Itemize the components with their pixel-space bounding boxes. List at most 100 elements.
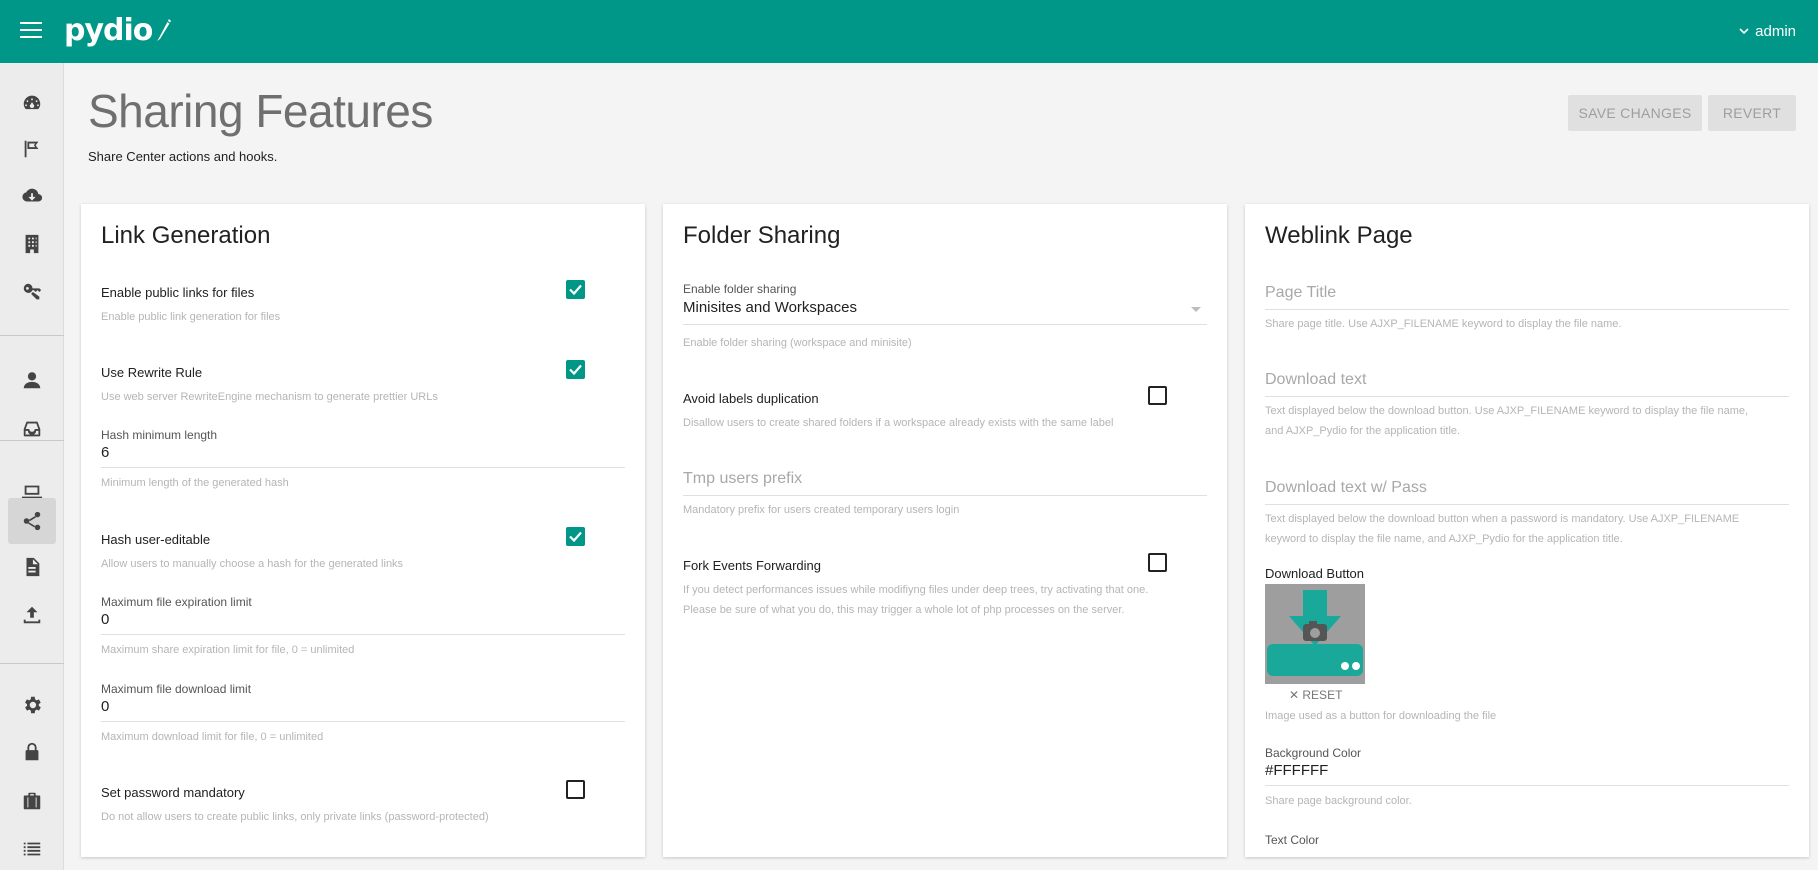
download-text-help-line1: Text displayed below the download button…	[1265, 405, 1749, 417]
enable-folder-sharing-label: Enable folder sharing	[683, 282, 797, 296]
check-icon	[569, 284, 582, 296]
bg-color-input[interactable]: #FFFFFF	[1265, 762, 1789, 786]
save-changes-button[interactable]: SAVE CHANGES	[1568, 95, 1702, 131]
avoid-duplication-row: Avoid labels duplication	[683, 386, 1207, 408]
link-generation-card: Link Generation Enable public links for …	[81, 204, 645, 857]
page-title-field: Page Title	[1265, 284, 1789, 310]
public-links-checkbox[interactable]	[566, 280, 585, 299]
download-pass-help-line2: keyword to display the file name, and AJ…	[1265, 533, 1623, 545]
public-links-label: Enable public links for files	[101, 285, 255, 300]
dashboard-icon[interactable]	[8, 80, 56, 126]
card-title: Folder Sharing	[683, 222, 841, 249]
password-mandatory-label: Set password mandatory	[101, 785, 245, 800]
upload-icon[interactable]	[8, 592, 56, 638]
page-title-help: Share page title. Use AJXP_FILENAME keyw…	[1265, 318, 1622, 330]
text-color-label: Text Color	[1265, 833, 1320, 847]
hash-editable-label: Hash user-editable	[101, 532, 211, 547]
revert-button[interactable]: REVERT	[1708, 95, 1796, 131]
hash-editable-help: Allow users to manually choose a hash fo…	[101, 558, 404, 570]
sidebar-divider	[0, 335, 64, 336]
weblink-page-card: Weblink Page Page Title Share page title…	[1245, 204, 1809, 857]
download-pass-input[interactable]: Download text w/ Pass	[1265, 479, 1789, 505]
public-links-help: Enable public link generation for files	[101, 311, 281, 323]
card-title: Weblink Page	[1265, 222, 1413, 249]
hash-min-length-field: Hash minimum length 6	[101, 428, 625, 468]
person-icon[interactable]	[8, 357, 56, 403]
page-subtitle: Share Center actions and hooks.	[88, 149, 278, 164]
rewrite-rule-row: Use Rewrite Rule	[101, 360, 625, 382]
document-icon[interactable]	[8, 544, 56, 590]
top-app-bar: pydio admin	[0, 0, 1818, 63]
max-expiration-help: Maximum share expiration limit for file,…	[101, 644, 355, 656]
reset-button[interactable]: ✕ RESET	[1289, 688, 1342, 702]
user-menu[interactable]: admin	[1739, 23, 1796, 40]
password-mandatory-checkbox[interactable]	[566, 780, 585, 799]
max-expiration-field: Maximum file expiration limit 0	[101, 595, 625, 635]
hash-min-length-label: Hash minimum length	[101, 428, 218, 442]
max-download-field: Maximum file download limit 0	[101, 682, 625, 722]
logo-pen-icon	[157, 19, 172, 41]
max-download-input[interactable]: 0	[101, 698, 625, 722]
fork-events-help-line2: Please be sure of what you do, this may …	[683, 604, 1125, 616]
download-image-icon	[1267, 590, 1363, 676]
password-mandatory-row: Set password mandatory	[101, 780, 625, 802]
download-button-help: Image used as a button for downloading t…	[1265, 710, 1497, 722]
bg-color-field: Background Color #FFFFFF	[1265, 746, 1789, 786]
sidebar-divider	[0, 663, 64, 664]
key-icon[interactable]	[8, 269, 56, 315]
download-pass-help-line1: Text displayed below the download button…	[1265, 513, 1740, 525]
list-icon[interactable]	[8, 826, 56, 870]
share-icon[interactable]	[8, 498, 56, 544]
bg-color-label: Background Color	[1265, 746, 1362, 760]
hash-min-length-input[interactable]: 6	[101, 444, 625, 468]
max-expiration-input[interactable]: 0	[101, 611, 625, 635]
pydio-logo[interactable]: pydio	[64, 10, 172, 50]
max-expiration-label: Maximum file expiration limit	[101, 595, 252, 609]
menu-icon[interactable]	[20, 22, 42, 40]
briefcase-icon[interactable]	[8, 778, 56, 824]
tmp-users-prefix-input[interactable]: Tmp users prefix	[683, 470, 1207, 496]
text-color-field: Text Color	[1265, 833, 1789, 847]
public-links-row: Enable public links for files	[101, 280, 625, 302]
enable-folder-sharing-select[interactable]: Minisites and Workspaces	[683, 299, 1207, 325]
download-text-input[interactable]: Download text	[1265, 371, 1789, 397]
logo-text: pydio	[64, 12, 153, 48]
cloud-download-icon[interactable]	[8, 173, 56, 219]
avoid-duplication-checkbox[interactable]	[1148, 386, 1167, 405]
flag-icon[interactable]	[8, 126, 56, 172]
download-text-help-line2: and AJXP_Pydio for the application title…	[1265, 425, 1461, 437]
hash-editable-checkbox[interactable]	[566, 527, 585, 546]
tmp-users-prefix-field: Tmp users prefix	[683, 470, 1207, 496]
page-title-input[interactable]: Page Title	[1265, 284, 1789, 310]
enable-folder-sharing-help: Enable folder sharing (workspace and min…	[683, 337, 912, 349]
rewrite-rule-checkbox[interactable]	[566, 360, 585, 379]
download-button-image[interactable]	[1265, 584, 1365, 684]
building-icon[interactable]	[8, 221, 56, 267]
rewrite-rule-help: Use web server RewriteEngine mechanism t…	[101, 391, 438, 403]
max-download-help: Maximum download limit for file, 0 = unl…	[101, 731, 324, 743]
fork-events-row: Fork Events Forwarding	[683, 553, 1207, 575]
rewrite-rule-label: Use Rewrite Rule	[101, 365, 203, 380]
hash-min-length-help: Minimum length of the generated hash	[101, 477, 289, 489]
password-mandatory-help: Do not allow users to create public link…	[101, 811, 489, 823]
bg-color-help: Share page background color.	[1265, 795, 1412, 807]
hash-editable-row: Hash user-editable	[101, 527, 625, 549]
download-button-label: Download Button	[1265, 566, 1365, 581]
check-icon	[569, 531, 582, 543]
fork-events-help-line1: If you detect performances issues while …	[683, 584, 1149, 596]
download-pass-field: Download text w/ Pass	[1265, 479, 1789, 505]
sidebar-divider	[0, 440, 64, 441]
fork-events-checkbox[interactable]	[1148, 553, 1167, 572]
avoid-duplication-help: Disallow users to create shared folders …	[683, 417, 1114, 429]
gear-icon[interactable]	[8, 682, 56, 728]
inbox-icon[interactable]	[8, 406, 56, 452]
user-name: admin	[1755, 23, 1796, 40]
chevron-down-icon	[1739, 28, 1749, 35]
max-download-label: Maximum file download limit	[101, 682, 252, 696]
reset-label: RESET	[1302, 688, 1343, 702]
lock-icon[interactable]	[8, 729, 56, 775]
folder-sharing-card: Folder Sharing Enable folder sharing Min…	[663, 204, 1227, 857]
download-text-field: Download text	[1265, 371, 1789, 397]
fork-events-label: Fork Events Forwarding	[683, 558, 821, 573]
dropdown-caret-icon	[1191, 307, 1201, 312]
